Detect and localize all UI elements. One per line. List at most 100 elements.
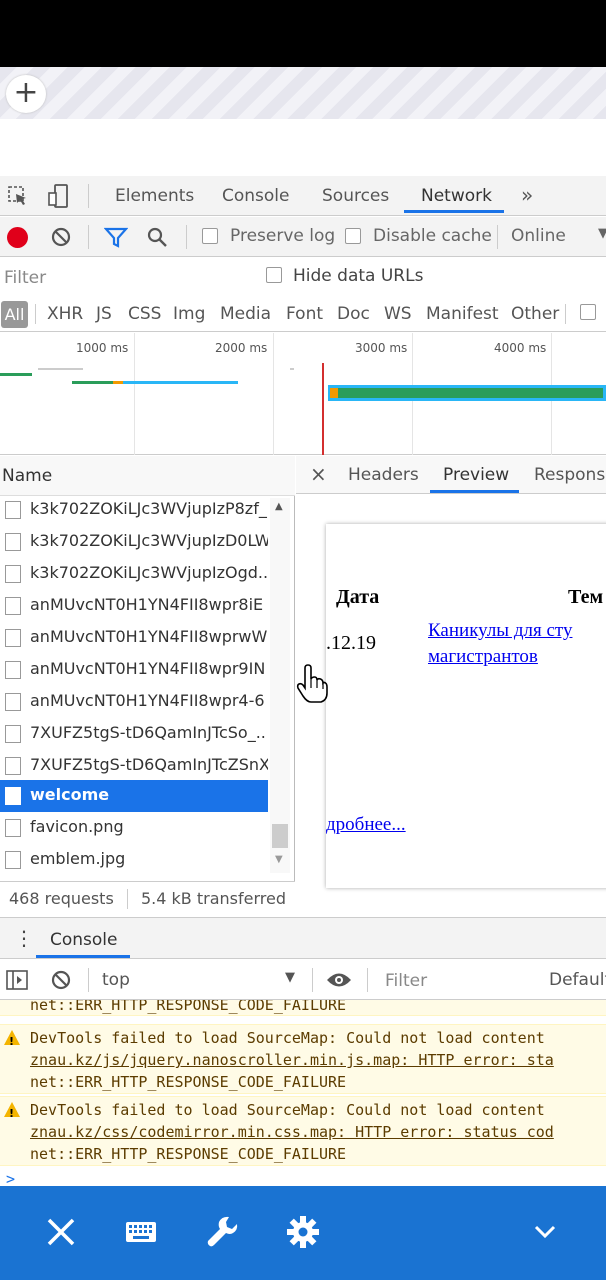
close-detail-icon[interactable]: × [310,462,327,486]
scroll-thumb[interactable] [272,824,288,848]
warning-icon [4,1102,20,1125]
tab-elements[interactable]: Elements [115,186,194,206]
warning-icon [4,1030,20,1053]
type-css[interactable]: CSS [128,304,161,324]
name-column-header[interactable]: Name [0,456,295,496]
context-chevron-icon: ▼ [285,970,295,985]
request-row[interactable]: k3k702ZOKiLJc3WVjupIzP8zf_ [0,494,268,526]
preview-link[interactable]: Каникулы для сту [428,620,572,642]
request-detail-panel: × Headers Preview Response Дата Тем .12.… [296,456,606,916]
type-xhr[interactable]: XHR [47,304,83,324]
page-area [0,119,606,176]
tab-headers[interactable]: Headers [348,465,419,485]
console-warning: DevTools failed to load SourceMap: Could… [0,1024,606,1094]
type-doc[interactable]: Doc [337,304,370,324]
source-map-link[interactable]: znau.kz/js/jquery.nanoscroller.min.js.ma… [30,1049,554,1071]
throttle-chevron-icon: ▼ [598,226,606,241]
preview-col-date: Дата [336,586,380,608]
show-sidebar-icon[interactable] [6,970,28,990]
request-row[interactable]: k3k702ZOKiLJc3WVjupIzD0LW [0,526,268,558]
filter-icon[interactable] [104,227,128,249]
chevron-down-icon[interactable] [525,1212,565,1252]
transferred-size: 5.4 kB transferred [141,889,286,908]
request-count: 468 requests [9,889,114,908]
network-toolbar: Preserve log Disable cache Online ▼ [0,217,606,257]
timeline-tick: 1000 ms [76,341,129,355]
eye-icon[interactable] [326,971,352,989]
scroll-down-icon[interactable]: ▼ [275,854,283,865]
tab-preview[interactable]: Preview [443,465,509,485]
record-button[interactable] [7,227,28,248]
request-row[interactable]: favicon.png [0,812,268,844]
timeline-tick: 3000 ms [355,341,408,355]
throttle-select[interactable]: Online [511,226,566,246]
source-map-link[interactable]: znau.kz/css/codemirror.min.css.map: HTTP… [30,1121,554,1143]
request-row[interactable]: 7XUFZ5tgS-tD6QamInJTcSo_.. [0,718,268,750]
tab-network[interactable]: Network [421,186,492,206]
type-img[interactable]: Img [173,304,205,324]
drawer-menu-icon[interactable]: ⋮ [14,926,34,950]
clear-console-icon[interactable] [50,969,72,991]
tab-response[interactable]: Response [534,465,606,485]
preview-link-cont[interactable]: магистрантов [428,646,538,668]
timeline-overview[interactable]: 1000 ms 2000 ms 3000 ms 4000 ms [0,333,606,455]
type-js[interactable]: JS [96,304,112,324]
request-row[interactable]: anMUvcNT0H1YN4FII8wpr4-6 [0,686,268,718]
device-toolbar-icon[interactable] [47,183,71,209]
request-row[interactable]: anMUvcNT0H1YN4FII8wpr8iE [0,590,268,622]
filter-input[interactable]: Filter [4,268,46,288]
blocked-requests-checkbox[interactable] [580,304,596,320]
keyboard-icon[interactable] [121,1212,161,1252]
preview-more-link[interactable]: дробнее... [326,814,406,836]
preserve-log-label: Preserve log [230,226,336,246]
tab-console[interactable]: Console [222,186,290,206]
drawer-header: ⋮ Console [0,917,606,959]
request-row[interactable]: anMUvcNT0H1YN4FII8wprwW [0,622,268,654]
close-icon[interactable] [41,1212,81,1252]
more-tabs-icon[interactable]: » [521,183,533,207]
log-levels-select[interactable]: Default [549,970,606,990]
console-toolbar: top ▼ Filter Default [0,960,606,1000]
active-tab-underline [404,210,504,213]
console-filter-input[interactable]: Filter [385,971,427,991]
console-warning: DevTools failed to load SourceMap: Could… [0,1096,606,1166]
devtools-tab-bar: Elements Console Sources Network » [0,176,606,216]
type-font[interactable]: Font [286,304,323,324]
new-tab-button[interactable]: + [6,75,46,113]
request-list-panel: Name k3k702ZOKiLJc3WVjupIzP8zf_ k3k702ZO… [0,456,295,916]
type-media[interactable]: Media [220,304,271,324]
hide-data-urls-checkbox[interactable] [266,267,282,283]
timeline-tick: 4000 ms [494,341,547,355]
request-list-scrollbar[interactable]: ▲ ▼ [270,498,290,873]
disable-cache-label: Disable cache [373,226,492,246]
network-summary-bar: 468 requests 5.4 kB transferred [0,881,295,916]
context-select[interactable]: top [102,970,130,990]
console-prompt[interactable]: > [6,1168,15,1186]
inspect-element-icon[interactable] [7,185,29,207]
hand-cursor-icon [296,664,328,703]
search-icon[interactable] [146,226,168,248]
type-ws[interactable]: WS [384,304,412,324]
preview-date: .12.19 [326,632,376,654]
type-manifest[interactable]: Manifest [426,304,499,324]
clear-icon[interactable] [50,226,72,248]
wrench-icon[interactable] [202,1212,242,1252]
drawer-tab-console[interactable]: Console [50,930,118,950]
preserve-log-checkbox[interactable] [202,228,218,244]
browser-tab-strip [0,67,606,119]
resource-type-filters: XHR JS CSS Img Media Font Doc WS Manifes… [0,296,606,332]
disable-cache-checkbox[interactable] [345,228,361,244]
request-row[interactable]: emblem.jpg [0,844,268,876]
type-all[interactable]: All [1,301,28,328]
tab-sources[interactable]: Sources [322,186,389,206]
type-other[interactable]: Other [511,304,559,324]
scroll-up-icon[interactable]: ▲ [275,501,283,512]
status-bar-black [0,0,606,67]
hide-data-urls-label: Hide data URLs [293,266,424,286]
request-row[interactable]: 7XUFZ5tgS-tD6QamInJTcZSnX [0,750,268,782]
request-row[interactable]: k3k702ZOKiLJc3WVjupIzOgd.. [0,558,268,590]
request-row[interactable]: anMUvcNT0H1YN4FII8wpr9IN [0,654,268,686]
gear-icon[interactable] [283,1212,323,1252]
request-row-selected[interactable]: welcome [0,780,268,812]
bottom-action-bar [0,1186,606,1280]
